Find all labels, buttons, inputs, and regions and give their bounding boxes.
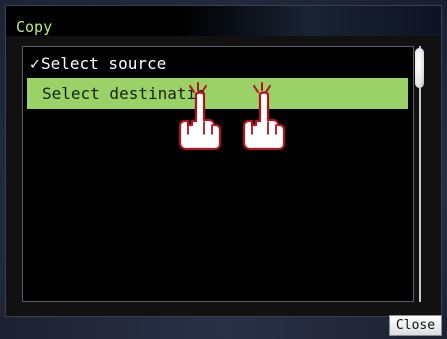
scrollbar-thumb[interactable] (415, 48, 424, 88)
bottom-bar (0, 317, 447, 339)
tap-hand-icon (178, 82, 222, 150)
close-button[interactable]: Close (389, 315, 442, 336)
tap-hand-icon (242, 82, 286, 150)
tap-spark-icon (253, 82, 271, 93)
check-icon: ✓ (30, 54, 40, 73)
tap-spark-icon (189, 82, 207, 93)
list-item-label: Select source (41, 54, 167, 73)
list-item-select-source[interactable]: ✓Select source (27, 48, 408, 79)
window-title: Copy (16, 18, 53, 36)
scrollbar[interactable] (414, 46, 426, 302)
hand-shape (242, 91, 286, 150)
screen-background: Copy ✓Select source Select destinatio Cl… (0, 0, 447, 339)
hand-shape (178, 91, 222, 150)
title-bar: Copy (6, 6, 441, 36)
